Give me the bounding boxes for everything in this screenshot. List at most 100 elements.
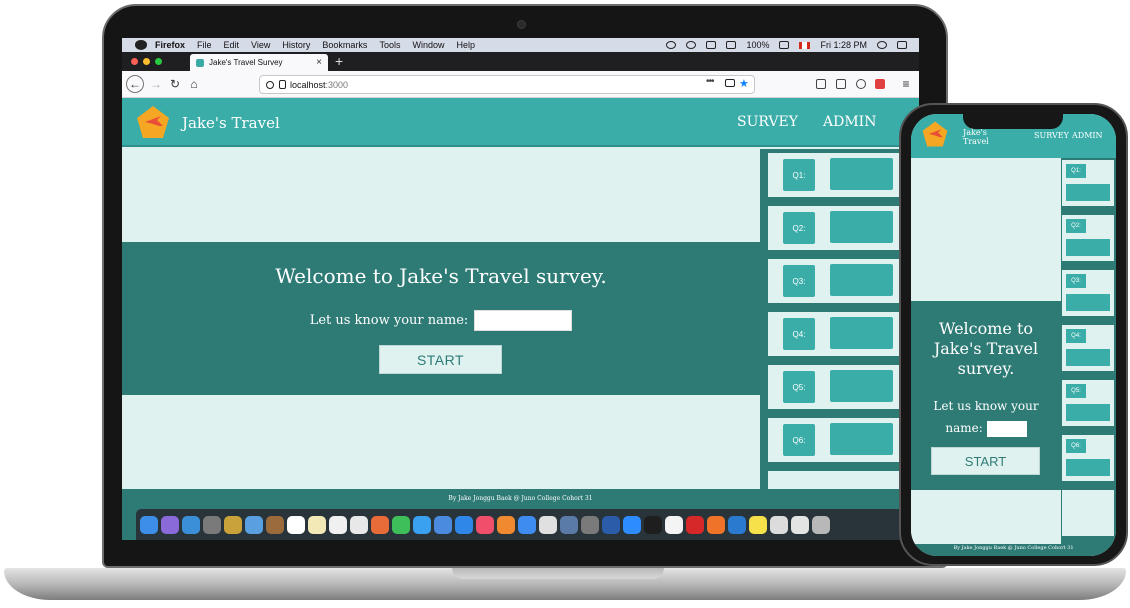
keynote-icon[interactable] bbox=[455, 515, 473, 534]
question-card[interactable]: Q1: bbox=[768, 153, 906, 197]
mobile-question-label: Q1: bbox=[1066, 164, 1086, 178]
window-zoom-button[interactable] bbox=[155, 58, 162, 65]
shield-icon[interactable] bbox=[266, 80, 274, 89]
question-card[interactable]: Q4: bbox=[768, 312, 906, 356]
mobile-question-card[interactable]: Q3: bbox=[1062, 270, 1114, 316]
maps-icon[interactable] bbox=[350, 515, 368, 534]
system-preferences-icon[interactable] bbox=[581, 515, 599, 534]
forward-arrow-icon[interactable]: → bbox=[147, 75, 165, 93]
messages-icon[interactable] bbox=[434, 515, 452, 534]
account-icon[interactable] bbox=[856, 79, 866, 89]
canada-flag-icon[interactable] bbox=[799, 41, 811, 49]
mobile-brand-name[interactable]: Jake's Travel bbox=[963, 128, 1003, 146]
numbers-icon[interactable] bbox=[413, 515, 431, 534]
books-icon[interactable] bbox=[497, 515, 515, 534]
facetime-icon[interactable] bbox=[392, 515, 410, 534]
sidebar-icon[interactable] bbox=[836, 79, 846, 89]
preview-app-icon[interactable] bbox=[560, 515, 578, 534]
trash-icon[interactable] bbox=[812, 515, 830, 534]
menu-history[interactable]: History bbox=[282, 40, 310, 50]
tab-jakes-travel-survey[interactable]: Jake's Travel Survey × bbox=[190, 54, 328, 71]
site-logo-icon[interactable] bbox=[135, 104, 171, 140]
menu-help[interactable]: Help bbox=[456, 40, 475, 50]
page-actions-icon[interactable]: ••• bbox=[706, 76, 714, 87]
kakaotalk-icon[interactable] bbox=[749, 515, 767, 534]
launchpad-icon[interactable] bbox=[203, 515, 221, 534]
question-sidebar: Q1: Q2: Q3: Q4: Q5: Q6: bbox=[760, 149, 919, 489]
app-store-icon[interactable] bbox=[518, 515, 536, 534]
photos-icon[interactable] bbox=[371, 515, 389, 534]
menu-window[interactable]: Window bbox=[412, 40, 444, 50]
mobile-question-card[interactable]: Q2: bbox=[1062, 215, 1114, 261]
question-card[interactable]: Q2: bbox=[768, 206, 906, 250]
menu-file[interactable]: File bbox=[197, 40, 212, 50]
control-center-icon[interactable] bbox=[897, 41, 907, 49]
downloads-folder-icon[interactable] bbox=[791, 515, 809, 534]
bookmark-star-icon[interactable]: ★ bbox=[739, 77, 749, 90]
slack-icon[interactable] bbox=[665, 515, 683, 534]
chat-icon[interactable] bbox=[666, 41, 677, 49]
stickies-icon[interactable] bbox=[308, 515, 326, 534]
apple-icon[interactable] bbox=[135, 40, 147, 50]
vscode-icon[interactable] bbox=[728, 515, 746, 534]
documents-folder-icon[interactable] bbox=[770, 515, 788, 534]
menu-bookmarks[interactable]: Bookmarks bbox=[322, 40, 367, 50]
firefox-icon[interactable] bbox=[707, 515, 725, 534]
reminders-icon[interactable] bbox=[329, 515, 347, 534]
library-icon[interactable] bbox=[816, 79, 826, 89]
calendar-icon[interactable] bbox=[287, 515, 305, 534]
safari-icon[interactable] bbox=[182, 515, 200, 534]
notes-icon[interactable] bbox=[224, 515, 242, 534]
pocket-icon[interactable] bbox=[725, 79, 735, 87]
question-card[interactable]: Q5: bbox=[768, 365, 906, 409]
hamburger-menu-icon[interactable]: ≡ bbox=[897, 75, 915, 93]
volume-icon[interactable] bbox=[726, 41, 737, 49]
terminal-icon[interactable] bbox=[644, 515, 662, 534]
window-close-button[interactable] bbox=[131, 58, 138, 65]
question-card[interactable]: Q6: bbox=[768, 418, 906, 462]
mobile-question-card[interactable]: Q5: bbox=[1062, 380, 1114, 426]
mobile-question-card[interactable]: Q6: bbox=[1062, 435, 1114, 481]
menubar-clock[interactable]: Fri 1:28 PM bbox=[820, 40, 867, 50]
mobile-start-button[interactable]: START bbox=[931, 447, 1040, 475]
finder-icon[interactable] bbox=[140, 515, 158, 534]
new-tab-icon[interactable]: + bbox=[335, 53, 343, 69]
brand-name[interactable]: Jake's Travel bbox=[182, 114, 280, 132]
siri-icon[interactable] bbox=[161, 515, 179, 534]
word-icon[interactable] bbox=[602, 515, 620, 534]
acrobat-icon[interactable] bbox=[686, 515, 704, 534]
mobile-name-input[interactable] bbox=[986, 420, 1027, 437]
start-button[interactable]: START bbox=[379, 345, 502, 374]
chrome-icon[interactable] bbox=[539, 515, 557, 534]
nav-admin-link[interactable]: ADMIN bbox=[823, 114, 876, 130]
tab-close-icon[interactable]: × bbox=[316, 57, 322, 68]
menu-edit[interactable]: Edit bbox=[224, 40, 240, 50]
home-icon[interactable]: ⌂ bbox=[185, 75, 203, 93]
battery-icon[interactable] bbox=[779, 41, 790, 49]
question-card[interactable]: Q3: bbox=[768, 259, 906, 303]
nav-survey-link[interactable]: SURVEY bbox=[737, 114, 798, 130]
zoom-icon[interactable] bbox=[623, 515, 641, 534]
menu-app-name[interactable]: Firefox bbox=[155, 40, 185, 50]
phone-screen: Jake's Travel SURVEY ADMIN Welcome to Ja… bbox=[911, 114, 1116, 556]
mobile-question-card[interactable]: Q4: bbox=[1062, 325, 1114, 371]
extension-icon[interactable] bbox=[875, 79, 885, 89]
preview-icon[interactable] bbox=[245, 515, 263, 534]
mobile-nav-survey-link[interactable]: SURVEY bbox=[1034, 131, 1069, 140]
wifi-icon[interactable] bbox=[686, 41, 697, 49]
window-minimize-button[interactable] bbox=[143, 58, 150, 65]
mobile-nav-admin-link[interactable]: ADMIN bbox=[1072, 131, 1103, 140]
name-input[interactable] bbox=[474, 310, 573, 331]
menu-tools[interactable]: Tools bbox=[379, 40, 400, 50]
back-arrow-icon[interactable]: ← bbox=[126, 75, 144, 93]
mobile-site-logo-icon[interactable] bbox=[921, 120, 949, 148]
airplay-icon[interactable] bbox=[706, 41, 717, 49]
music-icon[interactable] bbox=[476, 515, 494, 534]
menu-view[interactable]: View bbox=[251, 40, 270, 50]
reload-icon[interactable]: ↻ bbox=[166, 75, 184, 93]
mobile-question-card[interactable]: Q1: bbox=[1062, 160, 1114, 206]
mobile-site-footer: By Jake Jonggu Baek @ Juno College Cohor… bbox=[911, 544, 1116, 556]
address-bar[interactable]: localhost:3000 bbox=[259, 75, 755, 94]
contacts-icon[interactable] bbox=[266, 515, 284, 534]
spotlight-icon[interactable] bbox=[877, 41, 887, 49]
